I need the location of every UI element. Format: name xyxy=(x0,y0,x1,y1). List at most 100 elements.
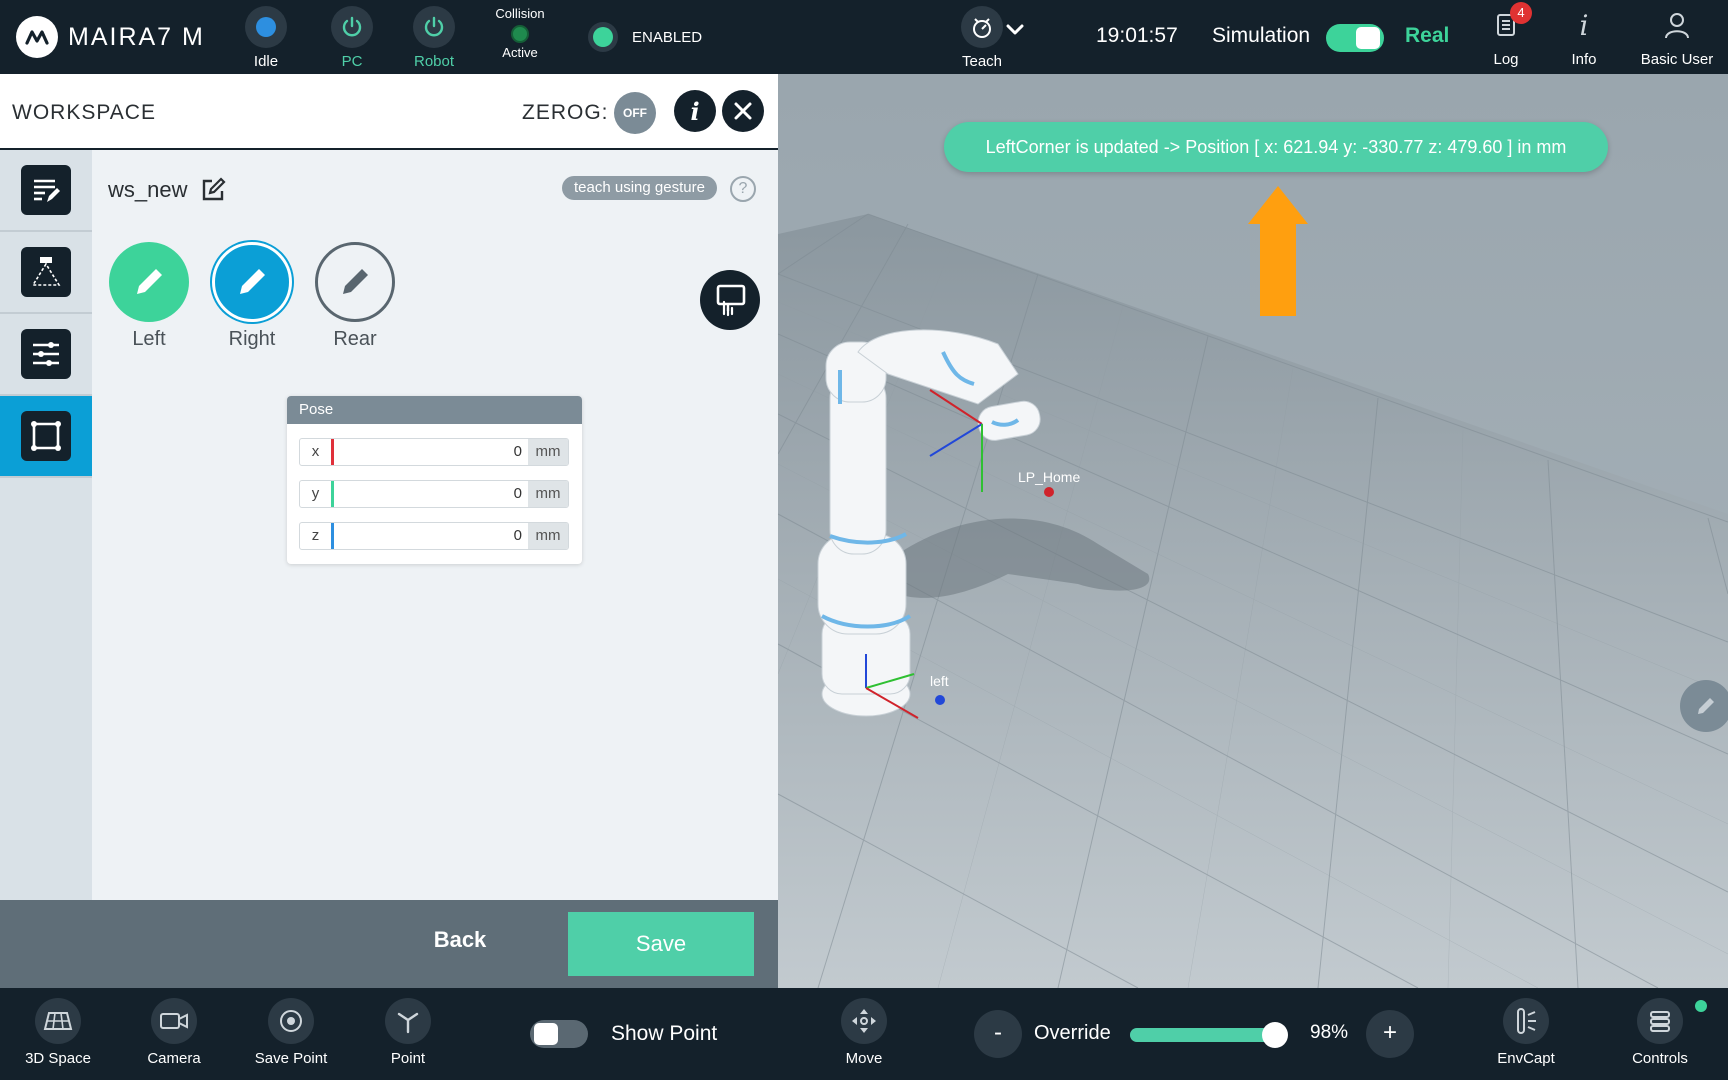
controls-button[interactable]: Controls xyxy=(1610,998,1710,1067)
override-decrease-button[interactable]: - xyxy=(974,1010,1022,1058)
collision-status[interactable]: Collision Active xyxy=(480,6,560,60)
status-idle[interactable]: Idle xyxy=(226,6,306,70)
point-label: Point xyxy=(390,1050,426,1067)
status-idle-label: Idle xyxy=(253,53,279,70)
user-button[interactable]: Basic User xyxy=(1635,6,1719,68)
logo-mark-icon xyxy=(16,16,58,58)
override-increase-button[interactable]: + xyxy=(1366,1010,1414,1058)
status-pc[interactable]: PC xyxy=(312,6,392,70)
rear-corner-button[interactable]: Rear xyxy=(315,242,395,351)
teach-label: Teach xyxy=(961,53,1003,70)
tab-settings[interactable] xyxy=(0,314,92,396)
y-axis-label: y xyxy=(300,481,334,507)
collision-title: Collision xyxy=(495,6,545,21)
power-icon xyxy=(331,6,373,48)
collision-indicator-icon xyxy=(511,25,529,43)
pencil-icon xyxy=(315,242,395,322)
simulation-real-toggle[interactable] xyxy=(1326,24,1384,52)
tab-program[interactable] xyxy=(0,150,92,232)
tab-camera-view[interactable] xyxy=(0,232,92,314)
save-point-label: Save Point xyxy=(254,1050,328,1067)
override-slider-fill xyxy=(1130,1028,1276,1042)
user-icon xyxy=(1635,6,1719,44)
pencil-icon xyxy=(212,242,292,322)
status-robot[interactable]: Robot xyxy=(394,6,474,70)
edit-name-icon[interactable] xyxy=(199,176,227,204)
clock: 19:01:57 xyxy=(1096,24,1178,47)
bottom-bar: 3D Space Camera Save Point Point Show Po… xyxy=(0,988,1728,1080)
zerog-toggle[interactable]: OFF xyxy=(614,92,656,134)
zerog-label: ZEROG: xyxy=(522,101,609,124)
point-pin-icon xyxy=(385,998,431,1044)
workspace-name: ws_new xyxy=(108,176,227,204)
right-corner-button[interactable]: Right xyxy=(212,242,292,351)
back-button[interactable]: Back xyxy=(410,920,510,960)
x-axis-label: x xyxy=(300,439,334,465)
log-button[interactable]: 4 Log xyxy=(1466,2,1546,68)
log-count-badge: 4 xyxy=(1510,2,1532,24)
pose-title: Pose xyxy=(287,396,582,424)
point-button[interactable]: Point xyxy=(358,998,458,1067)
idle-indicator-icon xyxy=(245,6,287,48)
teach-gesture-label[interactable]: teach using gesture xyxy=(562,176,717,200)
controls-status-dot xyxy=(1695,1000,1707,1012)
controls-icon xyxy=(1637,998,1707,1044)
3d-grid-icon xyxy=(35,998,81,1044)
log-label: Log xyxy=(1493,51,1519,68)
pose-x-field[interactable]: x 0 mm xyxy=(299,438,569,466)
left-corner-button[interactable]: Left xyxy=(109,242,189,351)
show-point-toggle[interactable] xyxy=(530,1020,588,1048)
3d-viewport[interactable]: LP_Home left LeftCorner is updated -> Po… xyxy=(778,74,1728,988)
orange-arrow-icon xyxy=(1248,186,1308,316)
pose-z-field[interactable]: z 0 mm xyxy=(299,522,569,550)
x-value[interactable]: 0 xyxy=(334,439,528,465)
lp-home-label: LP_Home xyxy=(1018,469,1080,485)
camera-button[interactable]: Camera xyxy=(124,998,224,1067)
gesture-teach-icon[interactable] xyxy=(700,270,760,330)
chevron-down-icon[interactable] xyxy=(1004,18,1026,40)
pose-y-field[interactable]: y 0 mm xyxy=(299,480,569,508)
override-slider[interactable] xyxy=(1130,1022,1289,1048)
help-icon[interactable]: ? xyxy=(730,176,756,202)
controls-label: Controls xyxy=(1632,1050,1688,1067)
simulation-label: Simulation xyxy=(1212,24,1311,47)
status-robot-label: Robot xyxy=(413,53,455,70)
lp-home-marker xyxy=(1044,487,1054,497)
app-title: MAIRA7 M xyxy=(68,22,205,51)
enabled-indicator-icon xyxy=(588,22,618,52)
y-value[interactable]: 0 xyxy=(334,481,528,507)
z-unit: mm xyxy=(528,523,568,549)
x-unit: mm xyxy=(528,439,568,465)
left-label: Left xyxy=(132,328,166,350)
workspace-frame-icon xyxy=(21,411,71,461)
override-value: 98% xyxy=(1310,1022,1349,1043)
override-label: Override xyxy=(1034,1022,1111,1044)
save-point-button[interactable]: Save Point xyxy=(241,998,341,1067)
override-slider-knob[interactable] xyxy=(1262,1022,1289,1048)
top-bar: MAIRA7 M Idle PC Robot Collision Active … xyxy=(0,0,1728,74)
z-axis-label: z xyxy=(300,523,334,549)
edit-pencil-icon[interactable] xyxy=(1680,680,1728,732)
3d-space-button[interactable]: 3D Space xyxy=(8,998,108,1067)
robot-power-icon xyxy=(413,6,455,48)
info-button[interactable]: i Info xyxy=(1544,6,1624,69)
tab-workspace[interactable] xyxy=(0,396,92,478)
status-pc-label: PC xyxy=(341,53,363,70)
z-value[interactable]: 0 xyxy=(334,523,528,549)
panel-header: WORKSPACE ZEROG: OFF i xyxy=(0,74,778,150)
close-icon[interactable] xyxy=(722,90,764,132)
pencil-icon xyxy=(109,242,189,322)
move-label: Move xyxy=(845,1050,883,1067)
right-label: Right xyxy=(228,328,276,350)
collision-state: Active xyxy=(502,45,538,60)
info-icon[interactable]: i xyxy=(674,90,716,132)
camera-icon xyxy=(151,998,197,1044)
save-button[interactable]: Save xyxy=(568,912,754,976)
y-unit: mm xyxy=(528,481,568,507)
move-button[interactable]: Move xyxy=(814,998,914,1067)
envcapt-label: EnvCapt xyxy=(1497,1050,1555,1067)
enabled-status[interactable]: ENABLED xyxy=(588,22,702,52)
camera-label: Camera xyxy=(147,1050,201,1067)
workspace-name-text: ws_new xyxy=(108,177,188,202)
envcapt-button[interactable]: EnvCapt xyxy=(1476,998,1576,1067)
